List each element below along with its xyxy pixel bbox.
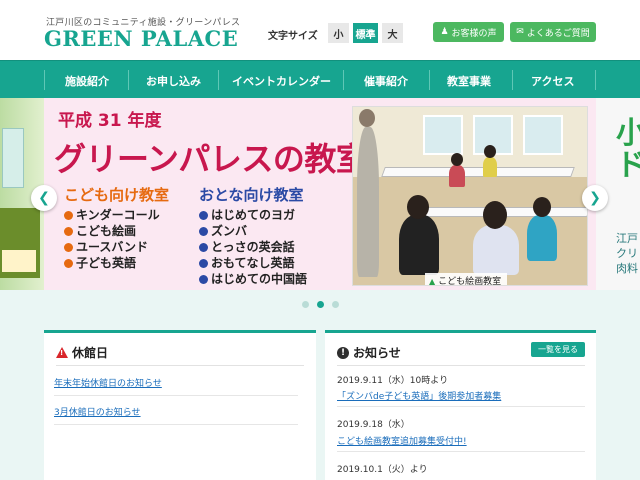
list-divider bbox=[337, 451, 585, 452]
nav-divider bbox=[429, 70, 430, 90]
font-size-standard-button[interactable]: 標準 bbox=[353, 23, 378, 43]
slider-dot[interactable] bbox=[302, 301, 309, 308]
chevron-right-icon: ❯ bbox=[589, 190, 601, 206]
kids-classes-heading: こども向け教室 bbox=[64, 186, 170, 204]
warning-icon: ! bbox=[56, 347, 68, 358]
customer-voice-label: お客様の声 bbox=[451, 28, 497, 39]
list-item: はじめてのヨガ bbox=[199, 207, 307, 223]
list-divider bbox=[337, 406, 585, 407]
person-icon: ♟ bbox=[440, 27, 449, 37]
news-heading: ! お知らせ bbox=[337, 344, 401, 361]
list-item: とっさの英会話 bbox=[199, 239, 307, 255]
nav-divider bbox=[218, 70, 219, 90]
classroom-photo: ▲ こども絵画教室 bbox=[352, 106, 588, 286]
slider-prev-button[interactable]: ❮ bbox=[31, 185, 57, 211]
customer-voice-button[interactable]: ♟ お客様の声 bbox=[433, 22, 504, 42]
closed-days-heading: ! 休館日 bbox=[56, 344, 108, 361]
nav-item-facility[interactable]: 施設紹介 bbox=[65, 73, 109, 89]
nav-item-event-calendar[interactable]: イベントカレンダー bbox=[232, 73, 331, 89]
list-item: はじめての中国語 bbox=[199, 271, 307, 287]
list-item: こども絵画 bbox=[64, 223, 160, 239]
panel-divider bbox=[337, 365, 585, 366]
slide-year-title: 平成 31 年度 bbox=[58, 111, 162, 131]
nav-item-classes[interactable]: 教室事業 bbox=[447, 73, 491, 89]
news-date: 2019.9.18（水） bbox=[337, 420, 410, 430]
nav-item-events[interactable]: 催事紹介 bbox=[364, 73, 408, 89]
list-item: 子ども英語 bbox=[64, 255, 160, 271]
adult-classes-heading: おとな向け教室 bbox=[199, 186, 304, 204]
news-panel: ! お知らせ 一覧を見る 2019.9.11（水）10時より 「ズンバde子ども… bbox=[325, 330, 596, 480]
nav-divider bbox=[343, 70, 344, 90]
nav-divider bbox=[44, 70, 45, 90]
panel-divider bbox=[56, 365, 304, 366]
closed-notice-link[interactable]: 年末年始休館日のお知らせ bbox=[54, 376, 162, 389]
main-nav: 施設紹介 お申し込み イベントカレンダー 催事紹介 教室事業 アクセス bbox=[0, 60, 640, 98]
faq-button[interactable]: ✉ よくあるご質問 bbox=[510, 22, 596, 42]
adult-classes-list: はじめてのヨガ ズンバ とっさの英会話 おもてなし英語 はじめての中国語 bbox=[199, 207, 307, 287]
slider-pagination bbox=[0, 301, 640, 309]
triangle-icon: ▲ bbox=[429, 277, 436, 286]
news-date: 2019.10.1（火）より bbox=[337, 465, 428, 475]
slider-dot[interactable] bbox=[332, 301, 339, 308]
chevron-left-icon: ❮ bbox=[38, 190, 50, 206]
nav-item-application[interactable]: お申し込み bbox=[146, 73, 201, 89]
site-logo[interactable]: GREEN PALACE bbox=[44, 26, 238, 51]
font-size-large-button[interactable]: 大 bbox=[382, 23, 403, 43]
list-divider bbox=[54, 424, 298, 425]
view-all-button[interactable]: 一覧を見る bbox=[531, 342, 585, 357]
font-size-small-button[interactable]: 小 bbox=[328, 23, 349, 43]
list-item: キンダーコール bbox=[64, 207, 160, 223]
faq-label: よくあるご質問 bbox=[526, 28, 590, 39]
photo-caption: ▲ こども絵画教室 bbox=[425, 273, 508, 286]
font-size-label: 文字サイズ bbox=[268, 31, 318, 42]
list-item: ズンバ bbox=[199, 223, 307, 239]
closed-days-panel: ! 休館日 年末年始休館日のお知らせ 3月休館日のお知らせ bbox=[44, 330, 316, 480]
news-link[interactable]: こども絵画教室追加募集受付中! bbox=[337, 434, 467, 447]
news-date: 2019.9.11（水）10時より bbox=[337, 376, 449, 386]
slider-dot-active[interactable] bbox=[317, 301, 324, 308]
closed-notice-link[interactable]: 3月休館日のお知らせ bbox=[54, 405, 141, 418]
list-divider bbox=[54, 395, 298, 396]
hero-slider: 平成 31 年度 グリーンパレスの教室事業 こども向け教室 キンダーコール こど… bbox=[0, 98, 640, 290]
nav-divider bbox=[128, 70, 129, 90]
news-link[interactable]: 「ズンバde子ども英語」後期参加者募集 bbox=[337, 389, 501, 402]
kids-classes-list: キンダーコール こども絵画 ユースバンド 子ども英語 bbox=[64, 207, 160, 271]
info-icon: ! bbox=[337, 346, 349, 359]
site-header: 江戸川区のコミュニティ施設・グリーンパレス GREEN PALACE 文字サイズ… bbox=[0, 0, 640, 60]
list-item: おもてなし英語 bbox=[199, 255, 307, 271]
nav-divider bbox=[595, 70, 596, 90]
speech-bubble-icon: ✉ bbox=[516, 27, 524, 37]
list-item: ユースバンド bbox=[64, 239, 160, 255]
current-slide[interactable]: 平成 31 年度 グリーンパレスの教室事業 こども向け教室 キンダーコール こど… bbox=[44, 98, 596, 290]
slider-next-button[interactable]: ❯ bbox=[582, 185, 608, 211]
nav-divider bbox=[512, 70, 513, 90]
nav-item-access[interactable]: アクセス bbox=[531, 73, 574, 89]
